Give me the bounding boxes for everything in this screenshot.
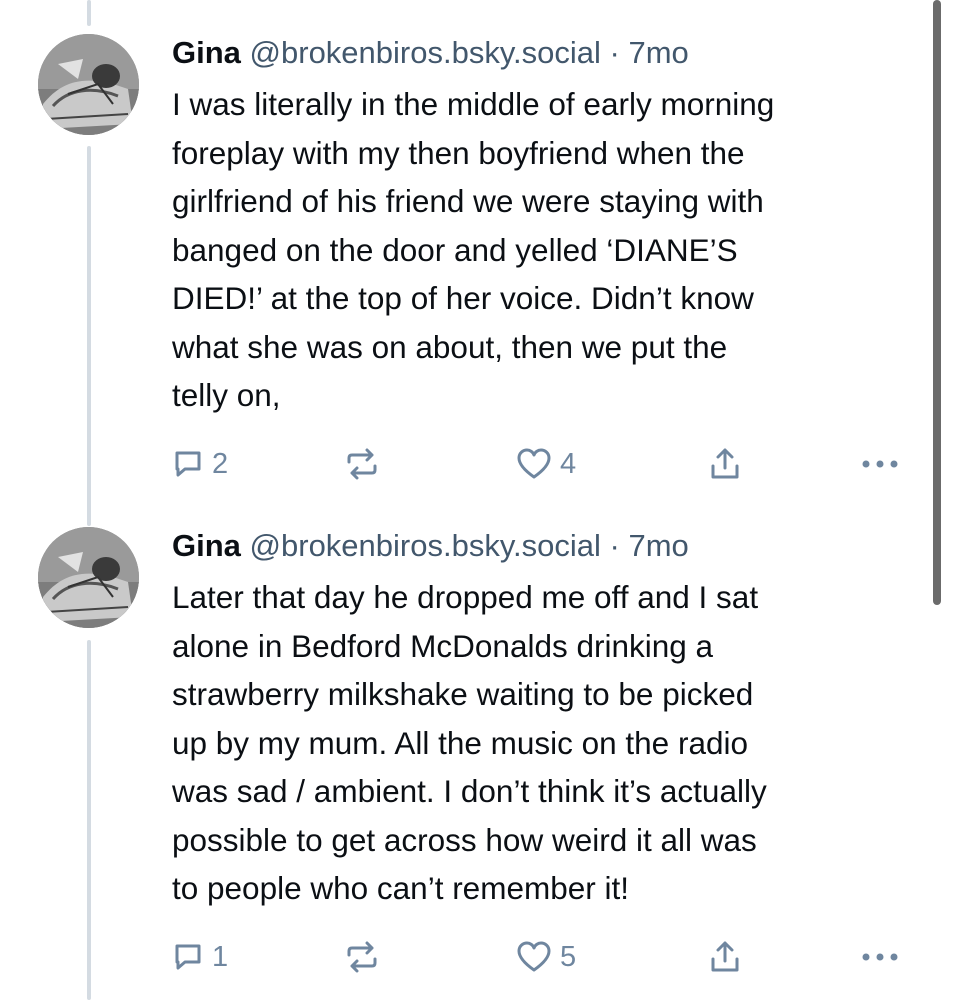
like-button[interactable]: 5 <box>516 937 576 977</box>
author-handle[interactable]: @brokenbiros.bsky.social <box>250 35 601 70</box>
post-actions: 1 5 <box>172 937 912 977</box>
avatar[interactable] <box>38 527 139 628</box>
scrollbar[interactable] <box>933 0 941 605</box>
reply-button[interactable]: 1 <box>172 937 228 977</box>
more-dots-icon <box>860 458 900 470</box>
author-name[interactable]: Gina <box>172 528 241 563</box>
more-options-button[interactable] <box>860 937 900 977</box>
post-header: Gina @brokenbiros.bsky.social · 7mo <box>172 33 932 73</box>
like-button[interactable]: 4 <box>516 444 576 484</box>
share-upload-icon <box>708 940 742 974</box>
post-timestamp[interactable]: 7mo <box>628 528 688 563</box>
more-dots-icon <box>860 951 900 963</box>
share-upload-icon <box>708 447 742 481</box>
like-count: 5 <box>560 940 577 973</box>
avatar[interactable] <box>38 34 139 135</box>
author-name[interactable]: Gina <box>172 35 241 70</box>
separator-dot: · <box>609 528 620 563</box>
repost-arrows-icon <box>344 448 380 480</box>
thread-line-middle <box>87 146 91 526</box>
reply-button[interactable]: 2 <box>172 444 228 484</box>
post-actions: 2 4 <box>172 444 912 484</box>
speech-bubble-icon <box>172 448 204 480</box>
repost-arrows-icon <box>344 941 380 973</box>
post-header: Gina @brokenbiros.bsky.social · 7mo <box>172 526 932 566</box>
heart-icon <box>516 448 552 480</box>
thread-line-bottom <box>87 640 91 1000</box>
reply-count: 2 <box>212 447 229 480</box>
post-timestamp[interactable]: 7mo <box>628 35 688 70</box>
avatar-image <box>38 527 139 628</box>
more-options-button[interactable] <box>860 444 900 484</box>
avatar-image <box>38 34 139 135</box>
repost-button[interactable] <box>344 937 388 977</box>
like-count: 4 <box>560 447 577 480</box>
speech-bubble-icon <box>172 941 204 973</box>
post-text: I was literally in the middle of early m… <box>172 86 775 413</box>
reply-count: 1 <box>212 940 229 973</box>
thread-line-top <box>87 0 91 26</box>
heart-icon <box>516 941 552 973</box>
share-button[interactable] <box>708 444 742 484</box>
repost-button[interactable] <box>344 444 388 484</box>
post-text: Later that day he dropped me off and I s… <box>172 579 767 906</box>
author-handle[interactable]: @brokenbiros.bsky.social <box>250 528 601 563</box>
share-button[interactable] <box>708 937 742 977</box>
separator-dot: · <box>609 35 620 70</box>
